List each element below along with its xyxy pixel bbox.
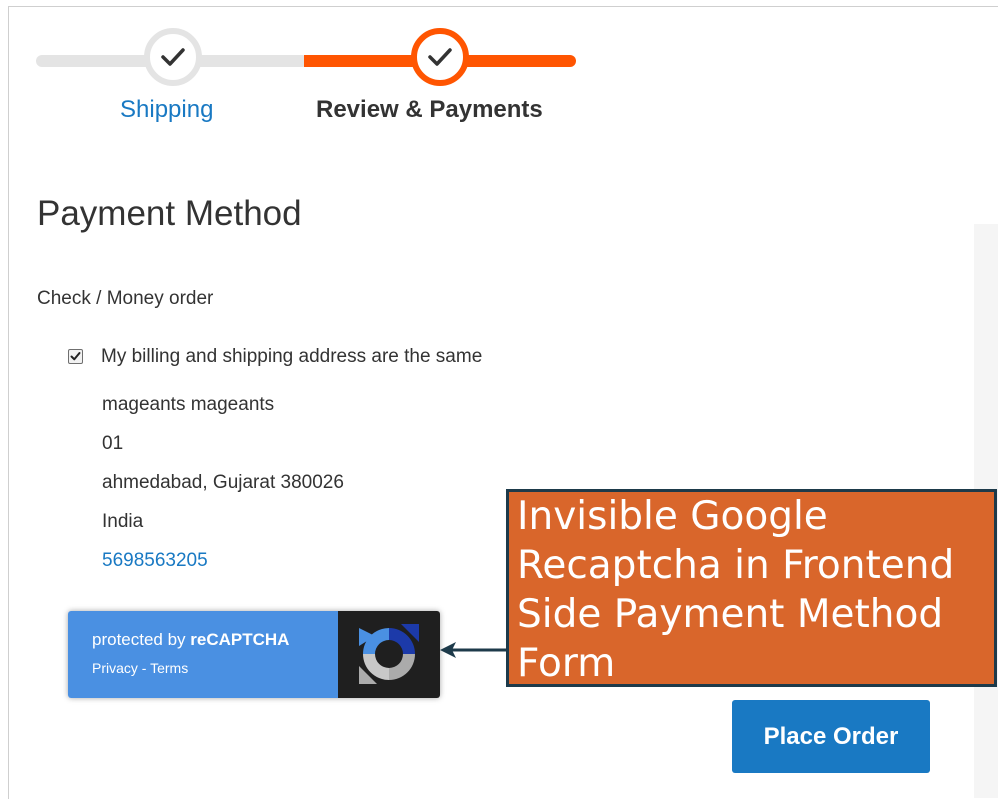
recaptcha-privacy-link[interactable]: Privacy: [92, 660, 138, 676]
annotation-text: Invisible Google Recaptcha in Frontend S…: [517, 492, 994, 688]
same-address-label[interactable]: My billing and shipping address are the …: [101, 346, 482, 368]
same-address-checkbox[interactable]: [68, 349, 83, 364]
recaptcha-info-panel: protected by reCAPTCHA Privacy - Terms: [68, 611, 338, 698]
annotation-callout: Invisible Google Recaptcha in Frontend S…: [506, 489, 997, 687]
billing-country: India: [102, 511, 144, 532]
recaptcha-links: Privacy - Terms: [92, 660, 188, 676]
recaptcha-link-separator: -: [137, 660, 151, 676]
step-review-indicator: [411, 28, 469, 86]
recaptcha-protected-text: protected by reCAPTCHA: [92, 630, 289, 650]
recaptcha-terms-link[interactable]: Terms: [150, 660, 188, 676]
annotation-line: Recaptcha in Frontend: [517, 543, 955, 588]
recaptcha-prefix: protected by: [92, 630, 191, 649]
annotation-line: Side Payment Method: [517, 592, 944, 637]
recaptcha-logo-panel: [338, 611, 440, 698]
place-order-button[interactable]: Place Order: [732, 700, 930, 773]
recaptcha-badge[interactable]: protected by reCAPTCHA Privacy - Terms: [68, 611, 440, 698]
checkmark-icon: [161, 48, 185, 66]
billing-street: 01: [102, 433, 124, 454]
page-title: Payment Method: [37, 194, 302, 233]
billing-phone-link[interactable]: 5698563205: [102, 550, 208, 572]
annotation-arrow-icon: [440, 642, 508, 658]
payment-method-label[interactable]: Check / Money order: [37, 288, 213, 310]
annotation-line: Invisible Google: [517, 494, 828, 539]
annotation-line: Form: [517, 641, 616, 686]
recaptcha-logo-icon: [359, 624, 419, 684]
billing-city-line: ahmedabad, Gujarat 380026: [102, 472, 344, 493]
step-review-label: Review & Payments: [316, 96, 543, 123]
checkmark-icon: [70, 352, 81, 361]
checkmark-icon: [428, 48, 452, 66]
billing-name: mageants mageants: [102, 394, 275, 415]
step-shipping-indicator[interactable]: [144, 28, 202, 86]
recaptcha-brand: reCAPTCHA: [190, 630, 290, 649]
step-shipping-link[interactable]: Shipping: [120, 96, 213, 124]
